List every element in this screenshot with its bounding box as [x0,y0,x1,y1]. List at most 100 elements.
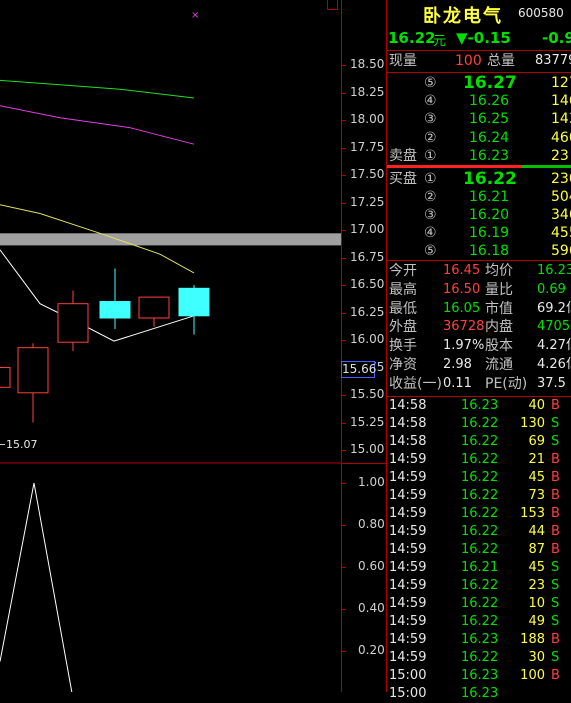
tick-time: 15:00 [389,686,427,701]
stat-value: 4.27亿 [537,338,571,354]
tick-row[interactable]: 14:58 16.22 69 S [387,433,571,451]
book-volume: 146 [551,93,571,110]
tick-row[interactable]: 15:00 16.23 [387,685,571,703]
stat-row: 最低 16.05市值 69.2亿 [387,300,571,318]
book-volume: 596 [551,243,571,259]
tick-price: 16.22 [461,434,499,449]
stat-row: 收益(一) 0.11 PE(动) 37.5 [387,375,571,393]
tick-volume: 100 [520,668,545,683]
tick-row[interactable]: 14:59 16.22 21 B [387,451,571,469]
tick-volume: 10 [528,596,545,611]
book-price: 16.27 [463,73,517,93]
price-axis-tick [342,285,346,286]
tick-volume: 21 [528,452,545,467]
book-volume: 504 [551,189,571,205]
book-price: 16.22 [463,169,517,189]
tick-row[interactable]: 14:59 16.22 45 B [387,469,571,487]
price-axis-tick [342,340,346,341]
tick-row[interactable]: 14:59 16.22 30 S [387,649,571,667]
stat-label: 外盘 [389,319,417,336]
tick-row[interactable]: 14:59 16.22 87 B [387,541,571,559]
tick-price: 16.22 [461,596,499,611]
low-price-label: 15.07 [6,438,38,451]
price-axis-tick [342,395,346,396]
close-icon[interactable] [327,0,338,10]
book-level: ③ [424,111,437,128]
tick-side: B [551,470,560,485]
book-level: ① [424,147,437,164]
stat-value: 0.11 [443,375,472,391]
stat-row: 换手 1.97%股本 4.27亿 [387,337,571,355]
book-price: 16.19 [469,225,510,241]
book-price: 16.24 [469,129,510,146]
tick-row[interactable]: 14:58 16.23 40 B [387,397,571,415]
book-price: 16.20 [469,207,510,223]
tick-row[interactable]: 15:00 16.23 100 B [387,667,571,685]
price-axis-label: 15.50 [350,387,385,401]
stat-label: 均价 [485,263,513,279]
stat-value: 4.26亿 [537,357,571,372]
tick-side: S [551,434,560,449]
tick-row[interactable]: 14:59 16.22 153 B [387,505,571,523]
total-volume-value: 83779 [535,53,571,68]
price-axis-tick [342,147,346,149]
ma-line-0 [0,79,195,99]
tick-row[interactable]: 14:59 16.23 188 B [387,631,571,649]
indicator-line [0,482,73,692]
tick-side: B [551,542,560,557]
tick-volume: 87 [528,542,545,557]
price-axis-label: 17.50 [350,167,385,181]
ask-row: 卖盘 ① 16.23 23 [387,147,571,165]
tick-side: S [551,416,560,431]
price-axis-label: 16.25 [350,304,385,319]
candle-body [0,367,11,388]
price-axis-tick [342,422,346,424]
book-level: ④ [424,93,437,110]
price-chart-svg[interactable] [0,0,341,692]
tick-volume: 30 [528,650,545,665]
tick-time: 14:59 [389,524,427,539]
bid-ask-bar-red [387,165,522,168]
tick-price: 16.22 [461,452,499,467]
tick-row[interactable]: 14:59 16.22 49 S [387,613,571,631]
bid-label: 买盘 [389,171,417,187]
price-axis-tick [342,230,346,231]
ask-row: ② 16.24 460 [387,129,571,147]
tick-row[interactable]: 14:59 16.22 44 B [387,523,571,541]
book-level: ① [424,171,437,187]
indicator-axis-label: 0.80 [358,517,385,531]
tick-volume: 45 [528,560,545,575]
tick-price: 16.23 [461,398,499,413]
book-price: 16.23 [469,147,510,164]
stat-value: 16.50 [443,281,481,297]
tick-row[interactable]: 14:59 16.22 23 S [387,577,571,595]
tick-row[interactable]: 14:59 16.22 10 S [387,595,571,613]
tick-time: 15:00 [389,668,427,683]
tick-time: 14:59 [389,614,427,629]
candle-body [178,287,210,317]
stat-value: 37.5 [537,375,566,391]
price-axis: 18.50 18.25 18.00 17.75 17.50 17.25 17.00 16.75… [341,0,386,692]
kline-chart[interactable]: × 15.07 [0,0,341,692]
stat-label: 最高 [389,281,417,298]
stat-label: 量比 [485,281,513,298]
tick-row[interactable]: 14:58 16.22 130 S [387,415,571,433]
stat-value: 2.98 [443,357,472,372]
tick-time: 14:58 [389,398,427,413]
tick-side: B [551,524,560,539]
stat-value: 47051 [537,319,571,335]
stat-row: 外盘 36728内盘 47051 [387,318,571,336]
price-axis-tick [342,65,346,66]
tick-time: 14:59 [389,506,427,521]
book-volume: 455 [551,225,571,241]
bid-row: ⑤ 16.18 596 [387,242,571,260]
stat-label: 内盘 [485,319,513,336]
tick-side: S [551,614,560,629]
tick-price: 16.22 [461,614,499,629]
tick-row[interactable]: 14:59 16.21 45 S [387,559,571,577]
tick-row[interactable]: 14:59 16.22 73 B [387,487,571,505]
low-price-tick [0,444,5,445]
tick-volume: 69 [528,434,545,449]
tick-price: 16.23 [461,668,499,683]
tick-side: S [551,650,560,665]
